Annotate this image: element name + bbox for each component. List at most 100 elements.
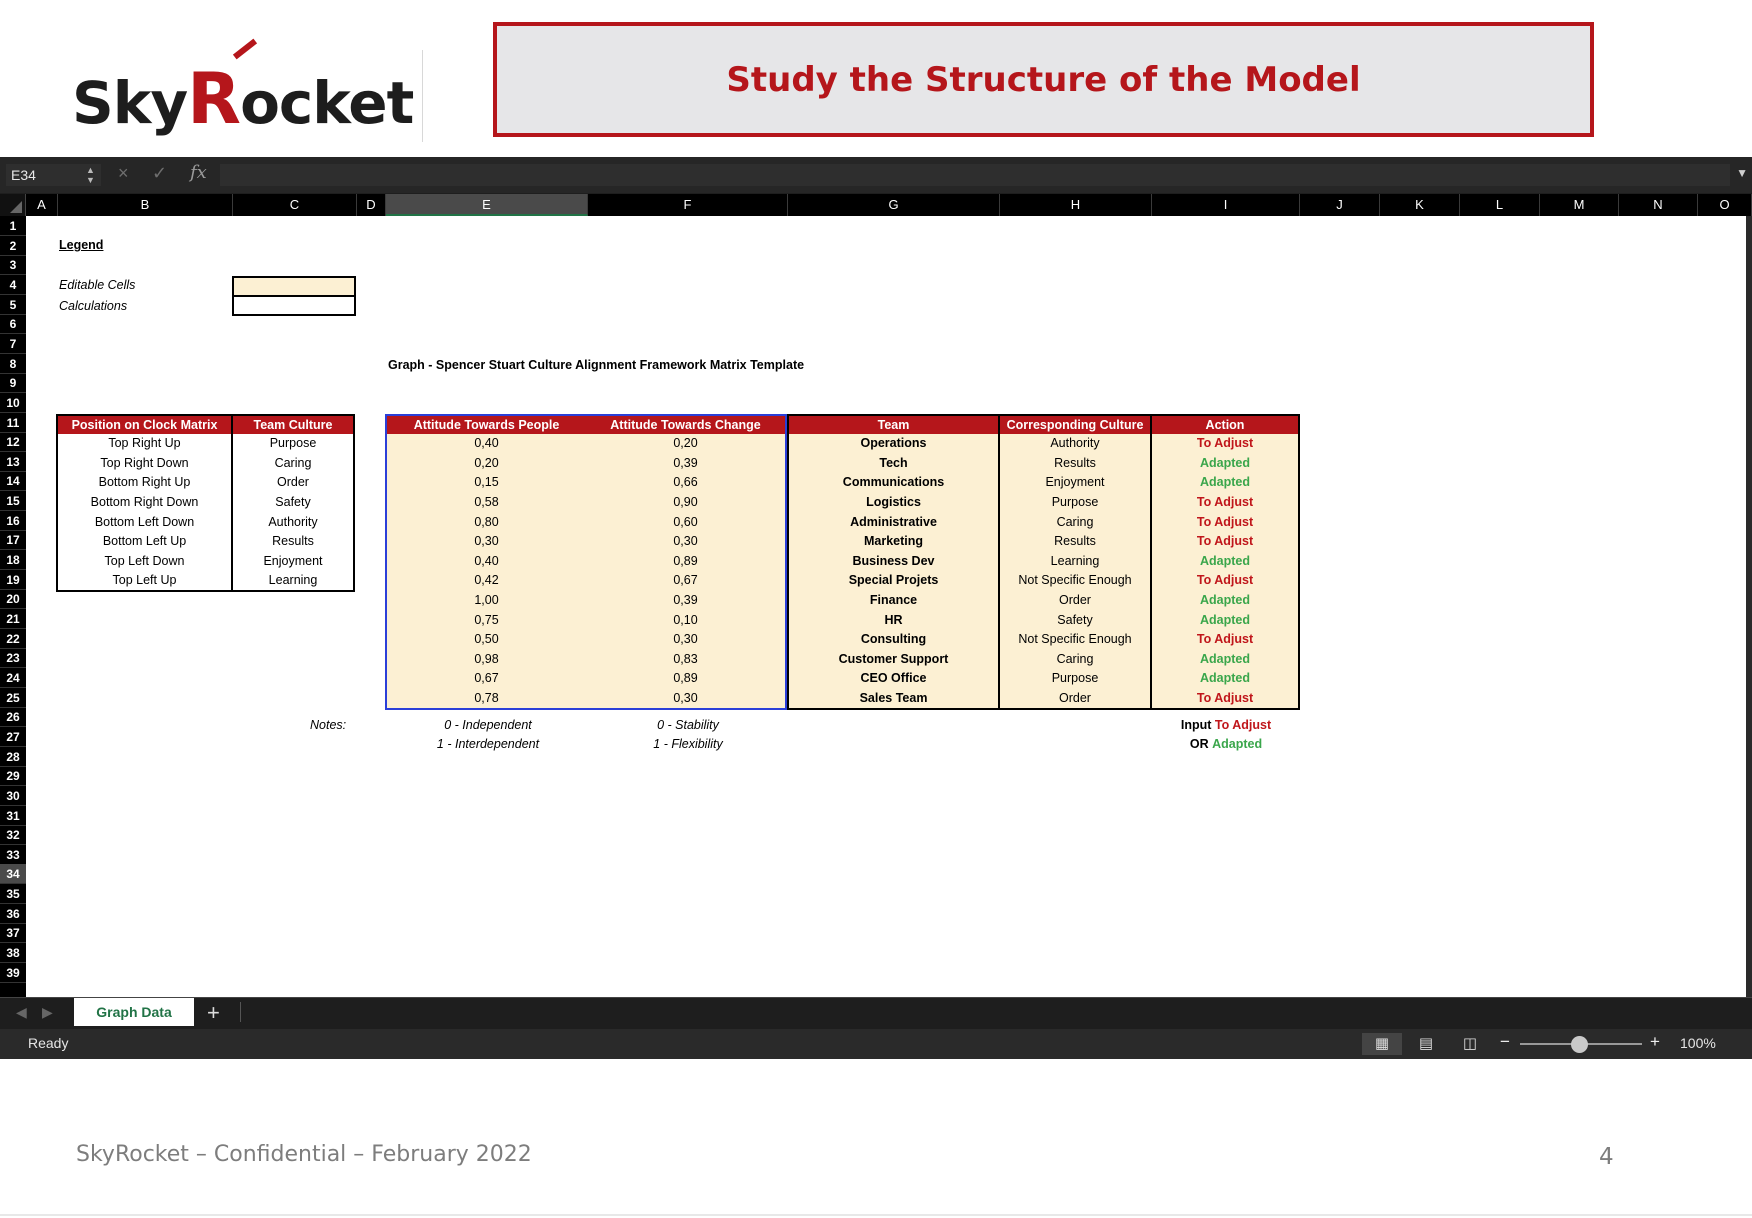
row-header-4[interactable]: 4 (0, 275, 26, 295)
formula-expand-icon[interactable]: ▼ (1736, 166, 1748, 180)
action-cell[interactable]: Adapted (1151, 649, 1300, 670)
page-break-view-icon[interactable]: ◫ (1450, 1033, 1490, 1055)
column-header-h[interactable]: H (1000, 194, 1152, 216)
team-cell[interactable]: Finance (788, 590, 1000, 611)
row-header-28[interactable]: 28 (0, 747, 26, 767)
team-cell[interactable]: Administrative (788, 512, 1000, 532)
attitude-change-cell[interactable]: 0,39 (586, 590, 786, 611)
action-cell[interactable]: Adapted (1151, 669, 1300, 689)
row-header-34[interactable]: 34 (0, 864, 26, 885)
attitude-people-cell[interactable]: 0,98 (386, 649, 586, 670)
page-layout-view-icon[interactable]: ▤ (1406, 1033, 1446, 1055)
row-header-26[interactable]: 26 (0, 707, 26, 728)
team-culture-cell[interactable]: Enjoyment (232, 551, 355, 572)
team-cell[interactable]: CEO Office (788, 669, 1000, 689)
column-header-m[interactable]: M (1540, 194, 1619, 216)
attitude-people-cell[interactable]: 0,67 (386, 669, 586, 689)
row-header-30[interactable]: 30 (0, 786, 26, 806)
row-header-8[interactable]: 8 (0, 354, 26, 374)
header-attitude-people[interactable]: Attitude Towards People (386, 415, 586, 434)
row-header-14[interactable]: 14 (0, 471, 26, 492)
attitude-change-cell[interactable]: 0,10 (586, 610, 786, 630)
culture-cell[interactable]: Order (999, 590, 1152, 611)
row-header-31[interactable]: 31 (0, 806, 26, 826)
row-header-18[interactable]: 18 (0, 550, 26, 571)
zoom-out-button[interactable]: − (1500, 1032, 1510, 1052)
clock-position-cell[interactable]: Bottom Left Down (57, 512, 233, 532)
column-header-n[interactable]: N (1619, 194, 1698, 216)
row-header-23[interactable]: 23 (0, 648, 26, 669)
column-header-g[interactable]: G (788, 194, 1000, 216)
row-header-3[interactable]: 3 (0, 255, 26, 276)
confirm-icon[interactable]: ✓ (152, 163, 167, 184)
zoom-slider-thumb[interactable] (1571, 1036, 1588, 1053)
action-cell[interactable]: To Adjust (1151, 492, 1300, 513)
row-header-12[interactable]: 12 (0, 432, 26, 453)
attitude-change-cell[interactable]: 0,30 (586, 688, 786, 709)
row-header-21[interactable]: 21 (0, 609, 26, 629)
column-header-l[interactable]: L (1460, 194, 1540, 216)
action-cell[interactable]: Adapted (1151, 590, 1300, 611)
row-header-33[interactable]: 33 (0, 845, 26, 865)
culture-cell[interactable]: Caring (999, 649, 1152, 670)
worksheet-grid[interactable]: Legend Editable Cells Calculations Graph… (26, 216, 1752, 997)
attitude-change-cell[interactable]: 0,89 (586, 551, 786, 572)
zoom-level[interactable]: 100% (1680, 1035, 1716, 1051)
team-cell[interactable]: Operations (788, 434, 1000, 454)
clock-position-cell[interactable]: Top Right Down (57, 453, 233, 474)
column-header-k[interactable]: K (1380, 194, 1460, 216)
team-culture-cell[interactable]: Learning (232, 571, 355, 592)
attitude-change-cell[interactable]: 0,39 (586, 453, 786, 474)
row-header-10[interactable]: 10 (0, 393, 26, 413)
column-header-a[interactable]: A (26, 194, 58, 216)
team-culture-cell[interactable]: Purpose (232, 434, 355, 454)
culture-cell[interactable]: Results (999, 453, 1152, 474)
team-cell[interactable]: Sales Team (788, 688, 1000, 709)
row-header-37[interactable]: 37 (0, 923, 26, 944)
column-header-d[interactable]: D (357, 194, 386, 216)
row-header-19[interactable]: 19 (0, 570, 26, 590)
zoom-in-button[interactable]: + (1650, 1032, 1660, 1052)
column-header-i[interactable]: I (1152, 194, 1300, 216)
team-cell[interactable]: Logistics (788, 492, 1000, 513)
team-culture-cell[interactable]: Authority (232, 512, 355, 532)
attitude-people-cell[interactable]: 0,42 (386, 571, 586, 591)
clock-header-culture[interactable]: Team Culture (232, 415, 355, 434)
row-header-39[interactable]: 39 (0, 963, 26, 983)
team-cell[interactable]: Business Dev (788, 551, 1000, 572)
row-header-38[interactable]: 38 (0, 943, 26, 964)
action-cell[interactable]: Adapted (1151, 610, 1300, 630)
team-culture-cell[interactable]: Results (232, 531, 355, 552)
row-header-35[interactable]: 35 (0, 884, 26, 905)
action-cell[interactable]: To Adjust (1151, 629, 1300, 650)
attitude-change-cell[interactable]: 0,89 (586, 669, 786, 689)
attitude-people-cell[interactable]: 0,50 (386, 629, 586, 650)
action-cell[interactable]: To Adjust (1151, 434, 1300, 454)
row-header-22[interactable]: 22 (0, 629, 26, 649)
team-cell[interactable]: HR (788, 610, 1000, 630)
vertical-scrollbar[interactable] (1746, 216, 1752, 997)
row-header-24[interactable]: 24 (0, 668, 26, 688)
culture-cell[interactable]: Not Specific Enough (999, 629, 1152, 650)
column-header-o[interactable]: O (1698, 194, 1752, 216)
attitude-people-cell[interactable]: 0,20 (386, 453, 586, 474)
culture-cell[interactable]: Authority (999, 434, 1152, 454)
normal-view-icon[interactable]: ▦ (1362, 1033, 1402, 1055)
header-corresponding-culture[interactable]: Corresponding Culture (999, 415, 1152, 434)
attitude-people-cell[interactable]: 0,15 (386, 473, 586, 493)
row-header-13[interactable]: 13 (0, 452, 26, 472)
clock-position-cell[interactable]: Bottom Right Up (57, 473, 233, 493)
formula-input[interactable] (220, 164, 1730, 186)
select-all-corner[interactable] (0, 194, 26, 216)
row-header-29[interactable]: 29 (0, 766, 26, 787)
clock-position-cell[interactable]: Top Right Up (57, 434, 233, 454)
sheet-prev-icon[interactable]: ◀ (16, 1004, 27, 1021)
add-sheet-button[interactable]: + (207, 1000, 220, 1026)
row-header-27[interactable]: 27 (0, 727, 26, 747)
team-cell[interactable]: Special Projets (788, 571, 1000, 591)
header-action[interactable]: Action (1151, 415, 1300, 434)
clock-position-cell[interactable]: Bottom Left Up (57, 531, 233, 552)
header-attitude-change[interactable]: Attitude Towards Change (586, 415, 786, 434)
row-header-15[interactable]: 15 (0, 491, 26, 512)
column-header-c[interactable]: C (233, 194, 357, 216)
